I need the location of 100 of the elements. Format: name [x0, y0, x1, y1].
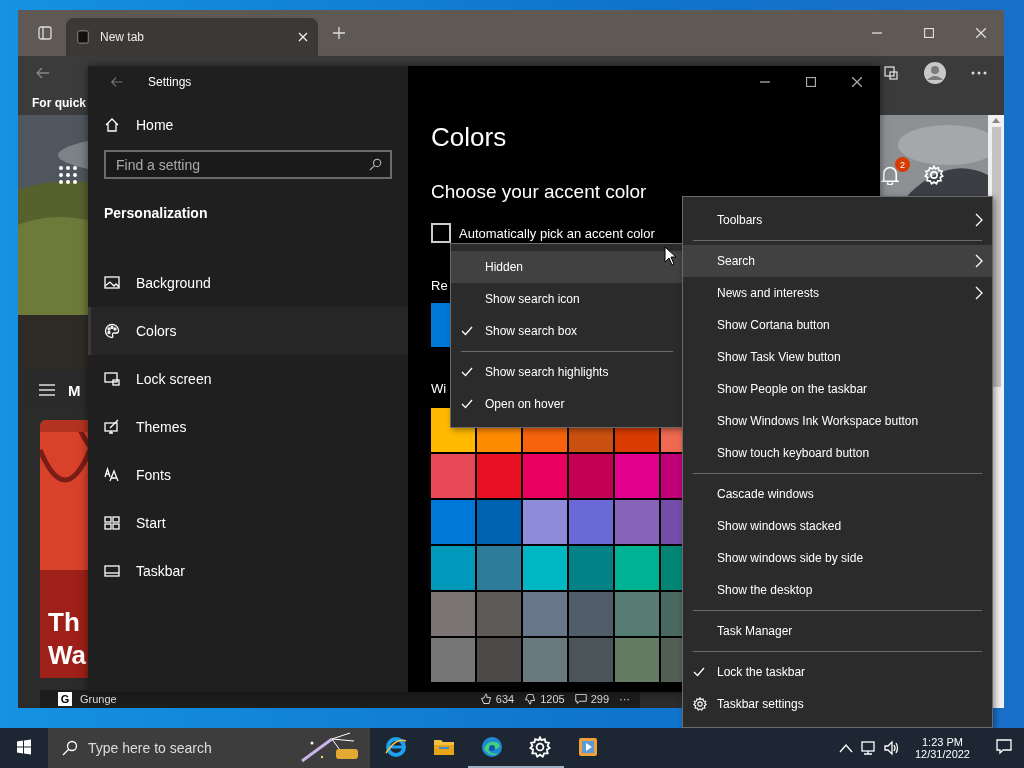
- favorites-text: For quick: [32, 95, 86, 110]
- menu-item[interactable]: Show Task View button: [683, 341, 992, 373]
- media-player-icon: [576, 735, 600, 759]
- feed-nav-label[interactable]: M: [68, 381, 81, 399]
- extensions-icon: [883, 65, 899, 81]
- scrollbar-thumb[interactable]: [991, 127, 1001, 387]
- menu-item[interactable]: Show the desktop: [683, 574, 992, 606]
- page-icon: [76, 30, 90, 44]
- section-heading: Personalization: [104, 205, 209, 221]
- checkmark-icon: [461, 398, 473, 410]
- color-swatch[interactable]: [615, 592, 659, 636]
- menu-item[interactable]: Search: [683, 245, 992, 277]
- search-field[interactable]: Find a setting: [104, 150, 392, 179]
- nav-item[interactable]: Colors: [88, 307, 408, 355]
- menu-item[interactable]: Show search highlights: [451, 356, 683, 388]
- color-swatch[interactable]: [569, 454, 613, 498]
- menu-item[interactable]: Show search icon: [451, 283, 683, 315]
- volume-icon: [882, 740, 901, 756]
- color-swatch[interactable]: [477, 546, 521, 590]
- color-swatch[interactable]: [569, 500, 613, 544]
- nav-item[interactable]: Fonts: [88, 451, 408, 499]
- dislike-count[interactable]: 1205: [524, 693, 565, 705]
- menu-item[interactable]: Lock the taskbar: [683, 656, 992, 688]
- clock[interactable]: 1:23 PM 12/31/2022: [906, 736, 978, 760]
- nav-item[interactable]: Background: [88, 259, 408, 307]
- search-icon: [62, 740, 78, 756]
- nav-item[interactable]: Taskbar: [88, 547, 408, 595]
- color-swatch[interactable]: [523, 500, 567, 544]
- color-swatch[interactable]: [523, 454, 567, 498]
- chevron-right-icon: [974, 213, 984, 227]
- comment-count[interactable]: 299: [574, 693, 609, 705]
- thumbs-down-icon: [524, 693, 537, 705]
- color-swatch[interactable]: [569, 592, 613, 636]
- bell-icon: [880, 165, 900, 185]
- fonts-icon: [104, 467, 120, 483]
- color-swatch[interactable]: [615, 500, 659, 544]
- color-swatch[interactable]: [615, 454, 659, 498]
- menu-item[interactable]: Show windows side by side: [683, 542, 992, 574]
- tab-actions-icon: [37, 25, 53, 41]
- color-swatch[interactable]: [477, 454, 521, 498]
- color-swatch[interactable]: [431, 546, 475, 590]
- home-link[interactable]: Home: [104, 106, 392, 144]
- color-swatch[interactable]: [431, 500, 475, 544]
- browser-e-icon: [384, 735, 408, 759]
- menu-item[interactable]: Open on hover: [451, 388, 683, 420]
- cursor-icon: [664, 246, 678, 266]
- brush-icon: [104, 419, 120, 435]
- color-swatch[interactable]: [477, 638, 521, 682]
- chevron-up-icon: [838, 743, 853, 753]
- taskbar-search-field[interactable]: Type here to search: [88, 740, 282, 756]
- menu-item[interactable]: News and interests: [683, 277, 992, 309]
- color-swatch[interactable]: [615, 638, 659, 682]
- checkmark-icon: [461, 325, 473, 337]
- scroll-up-icon: [992, 117, 1000, 123]
- menu-item[interactable]: Show touch keyboard button: [683, 437, 992, 469]
- like-count[interactable]: 634: [479, 693, 515, 705]
- edge-icon: [480, 735, 504, 759]
- color-swatch[interactable]: [431, 454, 475, 498]
- publisher-logo: G: [58, 692, 72, 706]
- browser-tab[interactable]: New tab: [66, 18, 318, 56]
- more-button[interactable]: ···: [619, 693, 630, 705]
- menu-item[interactable]: Show search box: [451, 315, 683, 347]
- menu-item[interactable]: Show Cortana button: [683, 309, 992, 341]
- color-swatch[interactable]: [523, 592, 567, 636]
- menu-item[interactable]: Hidden: [451, 251, 683, 283]
- color-swatch[interactable]: [477, 500, 521, 544]
- gear-icon: [693, 697, 707, 711]
- news-headline[interactable]: Th: [48, 606, 80, 639]
- nav-item[interactable]: Themes: [88, 403, 408, 451]
- chevron-right-icon: [974, 286, 984, 300]
- color-swatch[interactable]: [523, 638, 567, 682]
- settings-button[interactable]: [924, 165, 944, 185]
- close-icon: [852, 77, 862, 87]
- notifications-button[interactable]: [880, 165, 900, 185]
- page-title: Colors: [431, 122, 507, 152]
- news-headline[interactable]: Wa: [48, 639, 87, 672]
- color-swatch[interactable]: [431, 592, 475, 636]
- menu-item[interactable]: Show People on the taskbar: [683, 373, 992, 405]
- color-swatch[interactable]: [615, 546, 659, 590]
- comment-icon: [574, 693, 587, 705]
- nav-item[interactable]: Lock screen: [88, 355, 408, 403]
- close-icon: [976, 28, 986, 38]
- checkbox[interactable]: [431, 223, 451, 243]
- message-icon: [995, 739, 1013, 755]
- color-swatch[interactable]: [523, 546, 567, 590]
- menu-item[interactable]: Toolbars: [683, 204, 992, 236]
- menu-item[interactable]: Show Windows Ink Workspace button: [683, 405, 992, 437]
- section-heading: Choose your accent color: [431, 181, 647, 203]
- color-swatch[interactable]: [569, 546, 613, 590]
- menu-item[interactable]: Cascade windows: [683, 478, 992, 510]
- chevron-right-icon: [974, 254, 984, 268]
- color-swatch[interactable]: [477, 592, 521, 636]
- recent-colors-label: Re: [431, 278, 448, 294]
- menu-item[interactable]: Show windows stacked: [683, 510, 992, 542]
- menu-item[interactable]: Task Manager: [683, 615, 992, 647]
- menu-item[interactable]: Taskbar settings: [683, 688, 992, 720]
- maximize-icon: [924, 28, 934, 38]
- color-swatch[interactable]: [431, 638, 475, 682]
- color-swatch[interactable]: [569, 638, 613, 682]
- nav-item[interactable]: Start: [88, 499, 408, 547]
